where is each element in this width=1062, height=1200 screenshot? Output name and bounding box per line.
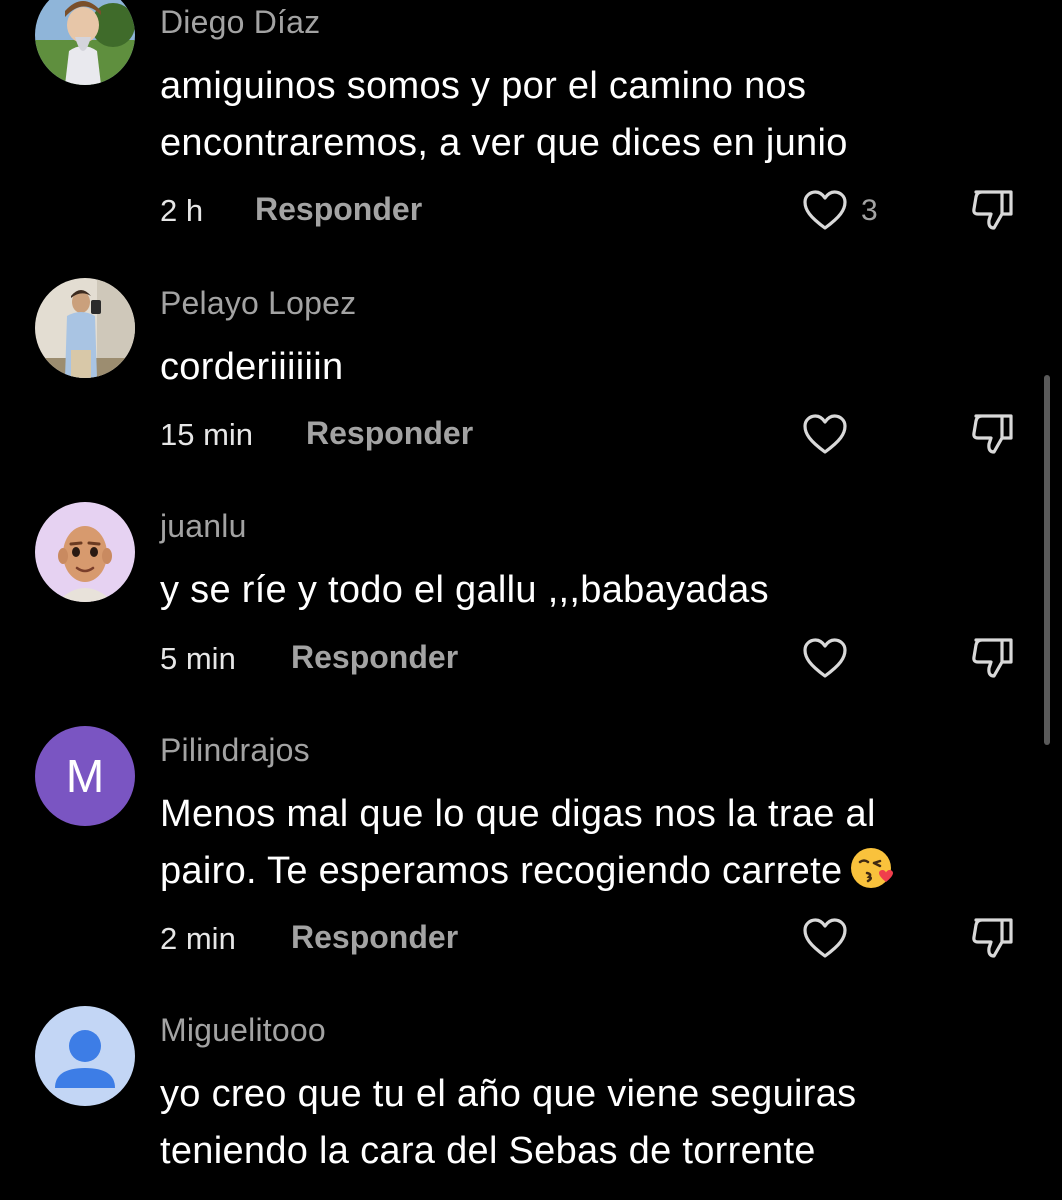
comment-username[interactable]: Pelayo Lopez [160, 285, 356, 322]
kissing-face-with-heart-icon [848, 844, 896, 892]
avatar[interactable] [35, 278, 135, 378]
comment-timestamp: 2 h [160, 193, 204, 228]
thumbs-down-icon [972, 638, 1013, 678]
comment-timestamp: 5 min [160, 641, 236, 676]
comment-username[interactable]: juanlu [160, 508, 247, 545]
like-button[interactable] [800, 634, 850, 684]
comment-text: y se ríe y todo el gallu ,,,babayadas [160, 569, 769, 611]
heart-icon [803, 918, 847, 958]
reply-button[interactable]: Responder [291, 919, 458, 956]
comment-timestamp: 15 min [160, 417, 254, 452]
like-count: 3 [861, 194, 878, 227]
dislike-button[interactable] [968, 408, 1020, 460]
comment-username[interactable]: Pilindrajos [160, 732, 310, 769]
reply-button[interactable]: Responder [291, 639, 458, 676]
avatar[interactable] [35, 1006, 135, 1106]
reply-button[interactable]: Responder [255, 191, 422, 228]
like-button[interactable] [800, 186, 850, 236]
dislike-button[interactable] [968, 632, 1020, 684]
avatar[interactable] [35, 502, 135, 602]
scrollbar[interactable] [1044, 375, 1050, 745]
avatar-photo [35, 278, 135, 378]
comment-text: corderiiiiiin [160, 346, 344, 388]
comment-timestamp: 2 min [160, 921, 236, 956]
thumbs-down-icon [972, 414, 1013, 454]
like-button[interactable] [800, 914, 850, 964]
heart-icon [803, 638, 847, 678]
like-button[interactable] [800, 410, 850, 460]
comment-text-content: Menos mal que lo que digas nos la trae a… [160, 793, 876, 892]
comment-text: Menos mal que lo que digas nos la trae a… [160, 786, 896, 900]
avatar-letter: M [35, 726, 135, 826]
comment-text: amiguinos somos y por el camino nos enco… [160, 65, 848, 164]
reply-button[interactable]: Responder [306, 415, 473, 452]
comment-username[interactable]: Miguelitooo [160, 1012, 326, 1049]
default-person-icon [35, 1006, 135, 1106]
thumbs-down-icon [972, 918, 1013, 958]
avatar-cartoon-face [35, 502, 135, 602]
comment-text: yo creo que tu el año que viene seguiras… [160, 1073, 857, 1172]
dislike-button[interactable] [968, 912, 1020, 964]
comment-username[interactable]: Diego Díaz [160, 4, 320, 41]
dislike-button[interactable] [968, 184, 1020, 236]
heart-icon [803, 190, 847, 230]
thumbs-down-icon [972, 190, 1013, 230]
heart-icon [803, 414, 847, 454]
avatar[interactable] [35, 0, 135, 85]
avatar[interactable]: M [35, 726, 135, 826]
avatar-photo [35, 0, 135, 85]
